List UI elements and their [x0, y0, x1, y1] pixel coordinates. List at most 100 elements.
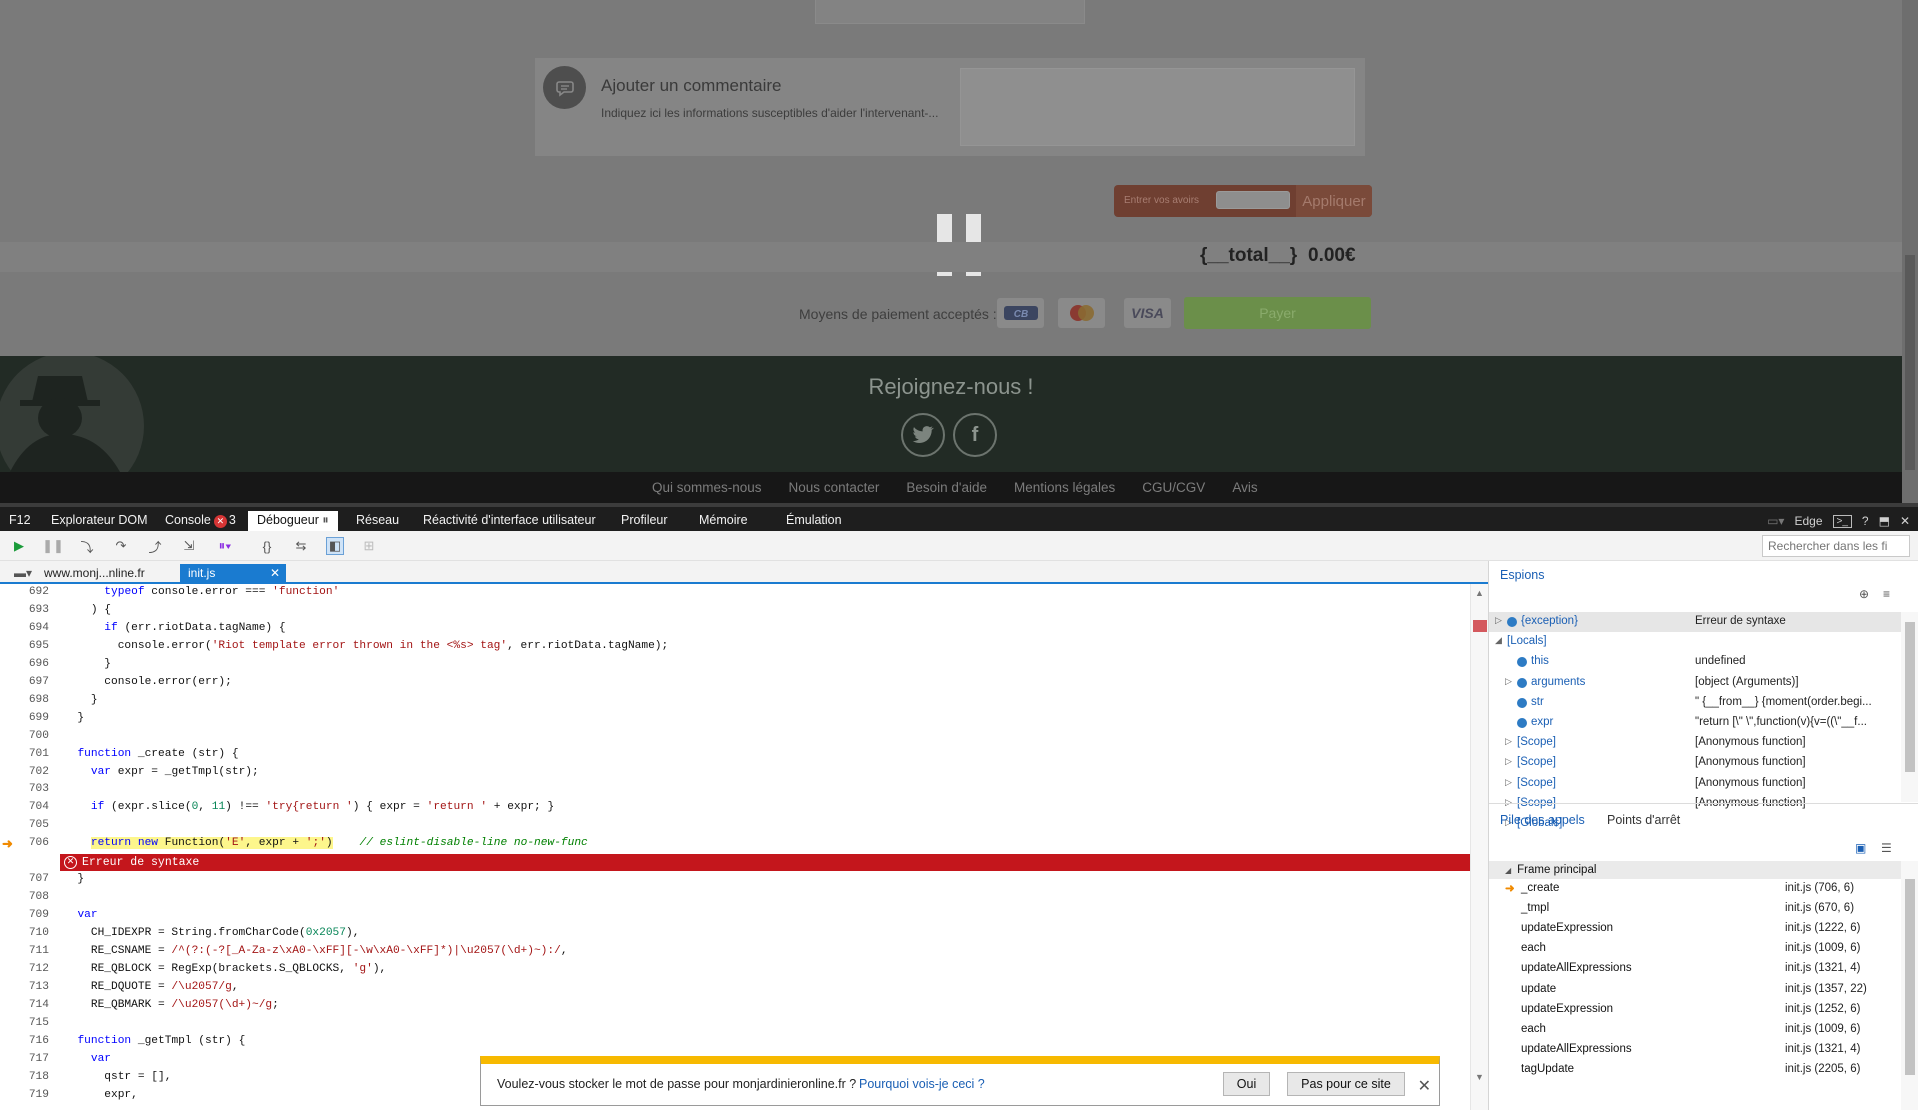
code-line[interactable]: 700	[0, 728, 1470, 746]
devtools-tab[interactable]: Réactivité d'interface utilisateur	[414, 511, 605, 531]
collapsed-arrow-icon[interactable]: ▷	[1495, 615, 1505, 626]
code-line[interactable]: 697 console.error(err);	[0, 674, 1470, 692]
footer-link[interactable]: Nous contacter	[789, 480, 880, 495]
code-line[interactable]: 713 RE_DQUOTE = /\u2057/g,	[0, 979, 1470, 997]
apply-voucher-button[interactable]: Appliquer	[1296, 185, 1372, 217]
collapsed-arrow-icon[interactable]: ▷	[1505, 777, 1515, 788]
footer-link[interactable]: Mentions légales	[1014, 480, 1115, 495]
watches-scrollbar[interactable]	[1901, 612, 1918, 802]
code-line[interactable]: 704 if (expr.slice(0, 11) !== 'try{retur…	[0, 799, 1470, 817]
close-devtools-icon[interactable]: ✕	[1900, 514, 1910, 528]
twitter-icon[interactable]	[901, 413, 945, 457]
watch-row[interactable]: this undefined	[1489, 652, 1901, 672]
footer-link[interactable]: CGU/CGV	[1142, 480, 1205, 495]
callstack-frame[interactable]: ➜ _create init.js (706, 6)	[1489, 879, 1901, 899]
devtools-tab[interactable]: Réseau	[347, 511, 408, 531]
callstack-panel-tab[interactable]: Points d'arrêt	[1607, 813, 1680, 827]
search-files-input[interactable]	[1762, 535, 1910, 557]
code-line[interactable]: 712 RE_QBLOCK = RegExp(brackets.S_QBLOCK…	[0, 961, 1470, 979]
file-tree-toggle-icon[interactable]: ▬▾	[6, 564, 40, 584]
resume-icon[interactable]: ▶	[10, 537, 28, 555]
undock-icon[interactable]: ⬒	[1879, 514, 1890, 528]
callstack-frame[interactable]: _tmpl init.js (670, 6)	[1489, 899, 1901, 919]
code-line[interactable]: 702 var expr = _getTmpl(str);	[0, 764, 1470, 782]
break-on-new-worker-icon[interactable]: ⇲	[180, 537, 198, 555]
footer-link[interactable]: Besoin d'aide	[906, 480, 987, 495]
step-out-icon[interactable]: ⤴	[146, 537, 164, 555]
step-into-icon[interactable]: ⤵	[78, 537, 96, 555]
callstack-frame[interactable]: tagUpdate init.js (2205, 6)	[1489, 1060, 1901, 1080]
code-line[interactable]: 707 }	[0, 871, 1470, 889]
not-for-this-site-button[interactable]: Pas pour ce site	[1287, 1072, 1405, 1096]
show-frames-icon[interactable]: ▣	[1855, 841, 1866, 855]
add-watch-icon[interactable]: ⊕	[1859, 587, 1869, 601]
devtools-tab[interactable]: Débogueur ⏸	[248, 511, 338, 531]
devtools-tab[interactable]: Émulation	[777, 511, 851, 531]
main-frame-row[interactable]: ◢ Frame principal	[1489, 861, 1901, 879]
devtools-tab[interactable]: Console ✕ 3	[156, 511, 245, 531]
callstack-frame[interactable]: update init.js (1357, 22)	[1489, 980, 1901, 1000]
document-tab[interactable]: init.js ✕	[180, 564, 286, 584]
help-icon[interactable]: ?	[1862, 514, 1869, 528]
watch-row[interactable]: ▷ arguments [object (Arguments)]	[1489, 673, 1901, 693]
code-line[interactable]: 694 if (err.riotData.tagName) {	[0, 620, 1470, 638]
devtools-tab[interactable]: F12	[0, 511, 40, 531]
callstack-frame[interactable]: each init.js (1009, 6)	[1489, 1020, 1901, 1040]
code-line[interactable]: ➜ 706 return new Function('E', expr + ';'…	[0, 835, 1470, 853]
pretty-print-icon[interactable]: {}	[258, 537, 276, 555]
callstack-scrollbar[interactable]	[1901, 861, 1918, 1110]
just-my-code-icon[interactable]: ◧	[326, 537, 344, 555]
console-toggle-icon[interactable]: >_	[1832, 514, 1852, 528]
expanded-arrow-icon[interactable]: ◢	[1495, 635, 1505, 646]
watch-row[interactable]: str " {__from__} {moment(order.begi...	[1489, 693, 1901, 713]
devtools-tab[interactable]: Profileur	[612, 511, 677, 531]
footer-link[interactable]: Avis	[1232, 480, 1257, 495]
code-line[interactable]: 714 RE_QBMARK = /\u2057(\d+)~/g;	[0, 997, 1470, 1015]
close-tab-icon[interactable]: ✕	[270, 566, 280, 580]
code-line[interactable]: 698 }	[0, 692, 1470, 710]
code-editor[interactable]: 692 typeof console.error === 'function' 6…	[0, 584, 1470, 1110]
code-line[interactable]: 692 typeof console.error === 'function'	[0, 584, 1470, 602]
watch-row[interactable]: expr "return [\" \",function(v){v=((\"__f…	[1489, 713, 1901, 733]
code-line[interactable]: 711 RE_CSNAME = /^(?:(-?[_A-Za-z\xA0-\xF…	[0, 943, 1470, 961]
devtools-tab[interactable]: Explorateur DOM	[42, 511, 157, 531]
code-line[interactable]: 705	[0, 817, 1470, 835]
code-line[interactable]: 695 console.error('Riot template error t…	[0, 638, 1470, 656]
document-tab[interactable]: www.monj...nline.fr	[36, 564, 176, 584]
code-line[interactable]: 701 function _create (str) {	[0, 746, 1470, 764]
callstack-frame[interactable]: updateExpression init.js (1222, 6)	[1489, 919, 1901, 939]
callstack-frame[interactable]: updateAllExpressions init.js (1321, 4)	[1489, 959, 1901, 979]
code-line[interactable]: 710 CH_IDEXPR = String.fromCharCode(0x20…	[0, 925, 1470, 943]
watch-row[interactable]: ▷ {exception} Erreur de syntaxe	[1489, 612, 1901, 632]
code-scrollbar[interactable]: ▲ ▼	[1470, 584, 1488, 1110]
callstack-frame[interactable]: each init.js (1009, 6)	[1489, 939, 1901, 959]
code-line[interactable]: 716 function _getTmpl (str) {	[0, 1033, 1470, 1051]
source-maps-icon[interactable]: ⊞	[360, 537, 378, 555]
code-line[interactable]: 696 }	[0, 656, 1470, 674]
code-line[interactable]: 703	[0, 781, 1470, 799]
callstack-frame[interactable]: updateAllExpressions init.js (1321, 4)	[1489, 1040, 1901, 1060]
watch-row[interactable]: ◢ [Locals]	[1489, 632, 1901, 652]
comment-textarea[interactable]	[960, 68, 1355, 146]
code-line[interactable]: 699 }	[0, 710, 1470, 728]
step-over-icon[interactable]: ↷	[112, 537, 130, 555]
collapsed-arrow-icon[interactable]: ▷	[1505, 676, 1515, 687]
code-line[interactable]: 708	[0, 889, 1470, 907]
callstack-options-icon[interactable]: ☰	[1881, 841, 1892, 855]
voucher-input[interactable]	[1216, 191, 1290, 209]
collapsed-arrow-icon[interactable]: ▷	[1505, 756, 1515, 767]
facebook-icon[interactable]: f	[953, 413, 997, 457]
page-scrollbar[interactable]	[1902, 0, 1918, 503]
watch-row[interactable]: ▷ [Scope] [Anonymous function]	[1489, 774, 1901, 794]
exception-behavior-icon[interactable]: ⏸▾	[216, 537, 234, 555]
collapsed-arrow-icon[interactable]: ▷	[1505, 736, 1515, 747]
callstack-frame[interactable]: updateExpression init.js (1252, 6)	[1489, 1000, 1901, 1020]
word-wrap-icon[interactable]: ⇆	[292, 537, 310, 555]
pause-icon[interactable]: ❚❚	[42, 537, 64, 555]
pay-button[interactable]: Payer	[1184, 297, 1371, 329]
code-line[interactable]: 715	[0, 1015, 1470, 1033]
browser-mode-label[interactable]: Edge	[1794, 514, 1822, 528]
code-line[interactable]: 709 var	[0, 907, 1470, 925]
watch-row[interactable]: ▷ [Scope] [Anonymous function]	[1489, 733, 1901, 753]
devtools-tab[interactable]: Mémoire	[690, 511, 757, 531]
